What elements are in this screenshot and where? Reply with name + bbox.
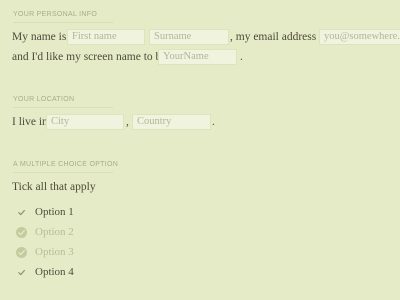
location-heading: YOUR LOCATION <box>13 96 75 103</box>
option-1-label: Option 1 <box>35 206 74 218</box>
email-field[interactable]: you@somewhere.com <box>319 29 400 45</box>
i-live-in-text: I live in <box>12 116 48 128</box>
check-icon[interactable] <box>16 246 27 258</box>
check-icon[interactable] <box>16 206 27 218</box>
option-4-label: Option 4 <box>35 266 74 278</box>
surname-field[interactable]: Surname <box>149 29 229 45</box>
first-name-field[interactable]: First name <box>67 29 145 45</box>
country-field[interactable]: Country <box>132 114 211 130</box>
option-1[interactable]: Option 1 <box>16 205 74 219</box>
my-name-is-text: My name is <box>12 31 67 43</box>
screen-name-text: and I'd like my screen name to be <box>12 51 167 63</box>
option-3[interactable]: Option 3 <box>16 245 74 259</box>
option-2-label: Option 2 <box>35 226 74 238</box>
multiple-choice-divider <box>13 172 113 173</box>
option-2[interactable]: Option 2 <box>16 225 74 239</box>
personal-info-heading: YOUR PERSONAL INFO <box>13 11 98 18</box>
screen-name-field[interactable]: YourName <box>158 49 237 65</box>
city-field[interactable]: City <box>46 114 124 130</box>
multiple-choice-heading: A MULTIPLE CHOICE OPTION <box>13 161 119 168</box>
tick-prompt: Tick all that apply <box>12 181 96 193</box>
location-period: . <box>212 116 215 128</box>
personal-info-divider <box>13 22 113 23</box>
screen-name-period: . <box>240 51 243 63</box>
email-text: , my email address is <box>230 31 327 43</box>
check-icon[interactable] <box>16 266 27 278</box>
location-comma: , <box>126 116 129 128</box>
option-4[interactable]: Option 4 <box>16 265 74 279</box>
check-icon[interactable] <box>16 226 27 238</box>
location-divider <box>13 107 113 108</box>
option-3-label: Option 3 <box>35 246 74 258</box>
